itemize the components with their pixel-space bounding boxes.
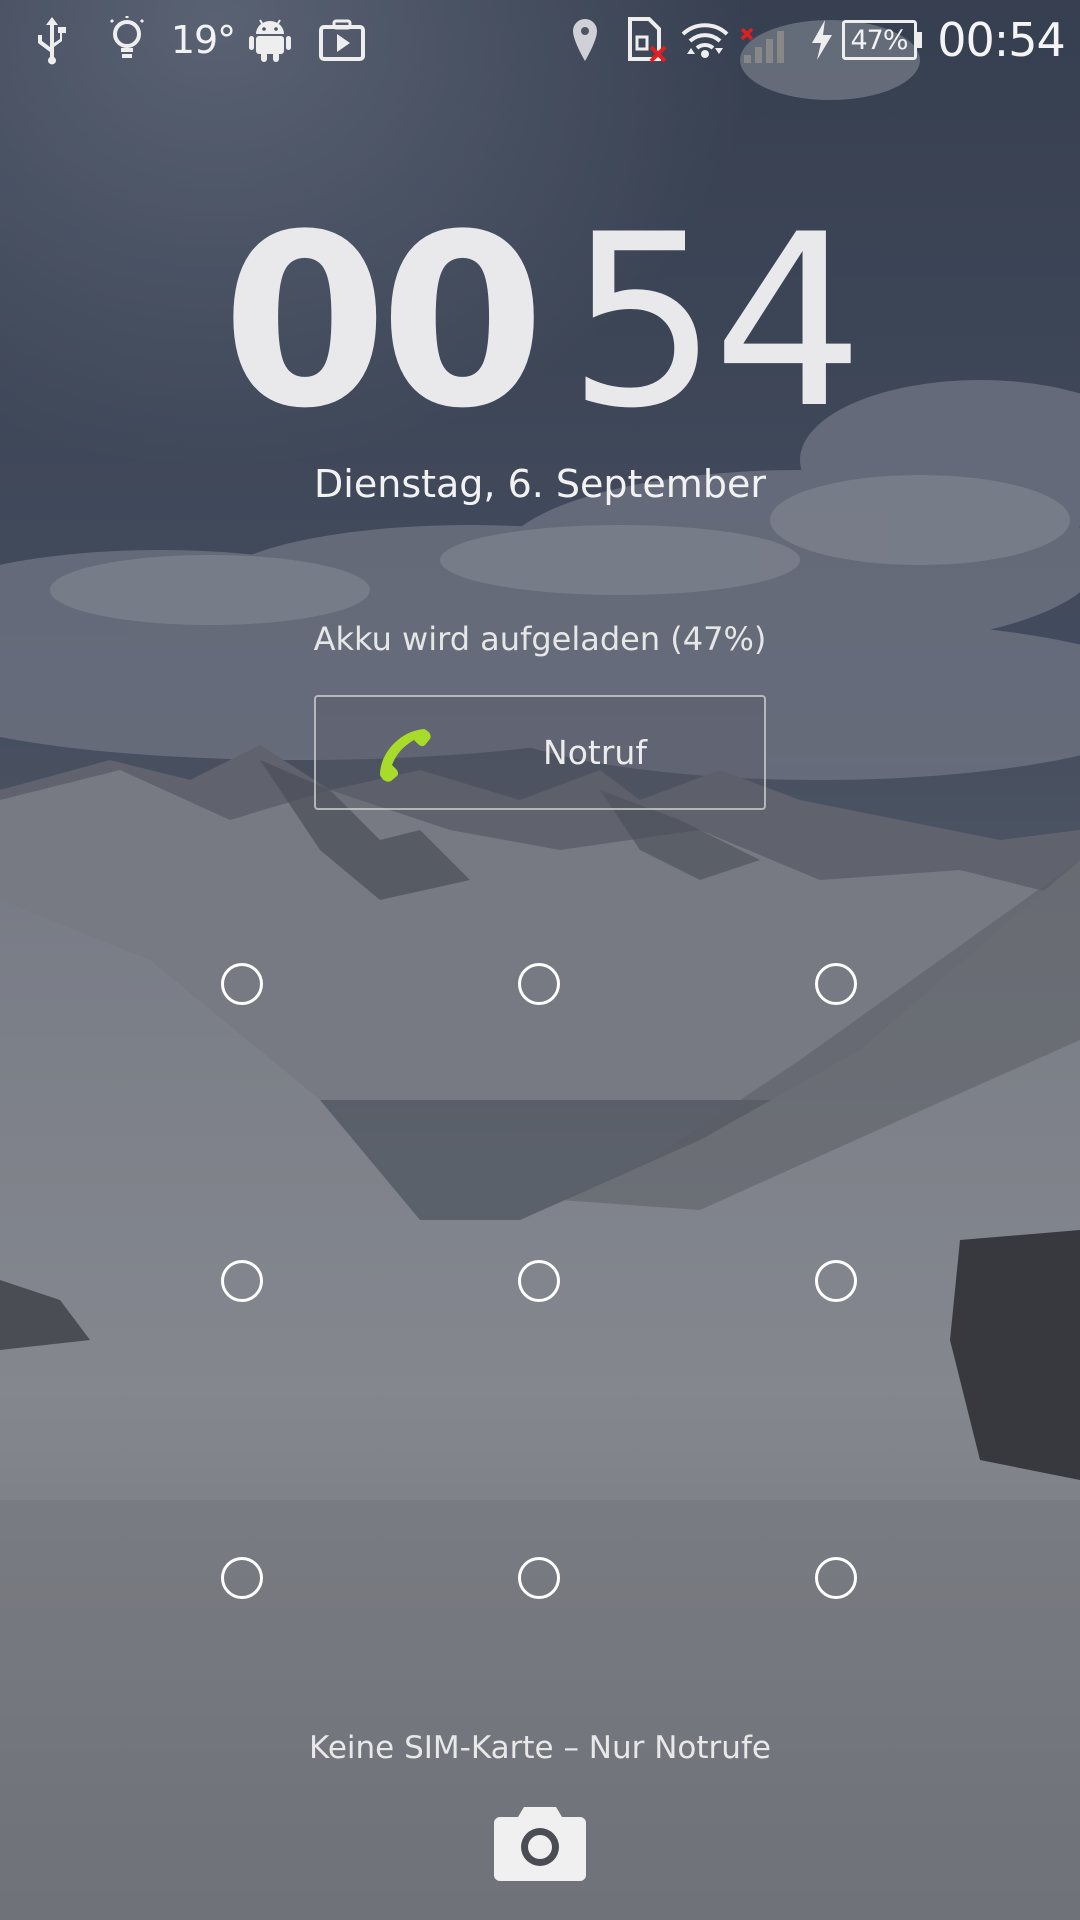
clock-minutes: 54 xyxy=(567,184,864,461)
charging-bolt-icon xyxy=(805,0,839,80)
emergency-call-label: Notruf xyxy=(543,733,647,772)
pattern-dot-7[interactable] xyxy=(221,1557,263,1599)
no-sim-card-icon xyxy=(626,0,668,80)
charging-status: Akku wird aufgeladen (47%) xyxy=(313,620,767,658)
temperature-text: 19° xyxy=(170,18,236,62)
status-clock: 00:54 xyxy=(937,13,1066,67)
pattern-dot-9[interactable] xyxy=(815,1557,857,1599)
emergency-call-button[interactable]: Notruf xyxy=(314,695,766,810)
battery-icon: 47% xyxy=(842,0,924,80)
lockscreen-date: Dienstag, 6. September xyxy=(314,462,766,506)
lightbulb-icon xyxy=(107,0,147,80)
lockscreen-clock: 00 54 xyxy=(0,195,1080,450)
pattern-dot-6[interactable] xyxy=(815,1260,857,1302)
location-pin-icon xyxy=(570,0,600,80)
pattern-dot-1[interactable] xyxy=(221,963,263,1005)
sim-status-text: Keine SIM-Karte – Nur Notrufe xyxy=(309,1730,771,1766)
signal-icon xyxy=(738,0,790,80)
camera-icon xyxy=(494,1807,586,1881)
battery-percent-text: 47% xyxy=(850,24,908,56)
camera-shortcut-button[interactable] xyxy=(494,1805,586,1881)
wifi-icon xyxy=(680,0,730,80)
pattern-dot-3[interactable] xyxy=(815,963,857,1005)
android-icon xyxy=(247,0,293,80)
clock-hours: 00 xyxy=(221,184,545,461)
video-icon xyxy=(318,0,366,80)
pattern-dot-5[interactable] xyxy=(518,1260,560,1302)
pattern-dot-8[interactable] xyxy=(518,1557,560,1599)
usb-icon xyxy=(32,0,72,80)
pattern-dot-2[interactable] xyxy=(518,963,560,1005)
status-bar[interactable]: 19° 47% 00:54 xyxy=(0,0,1080,80)
pattern-dot-4[interactable] xyxy=(221,1260,263,1302)
